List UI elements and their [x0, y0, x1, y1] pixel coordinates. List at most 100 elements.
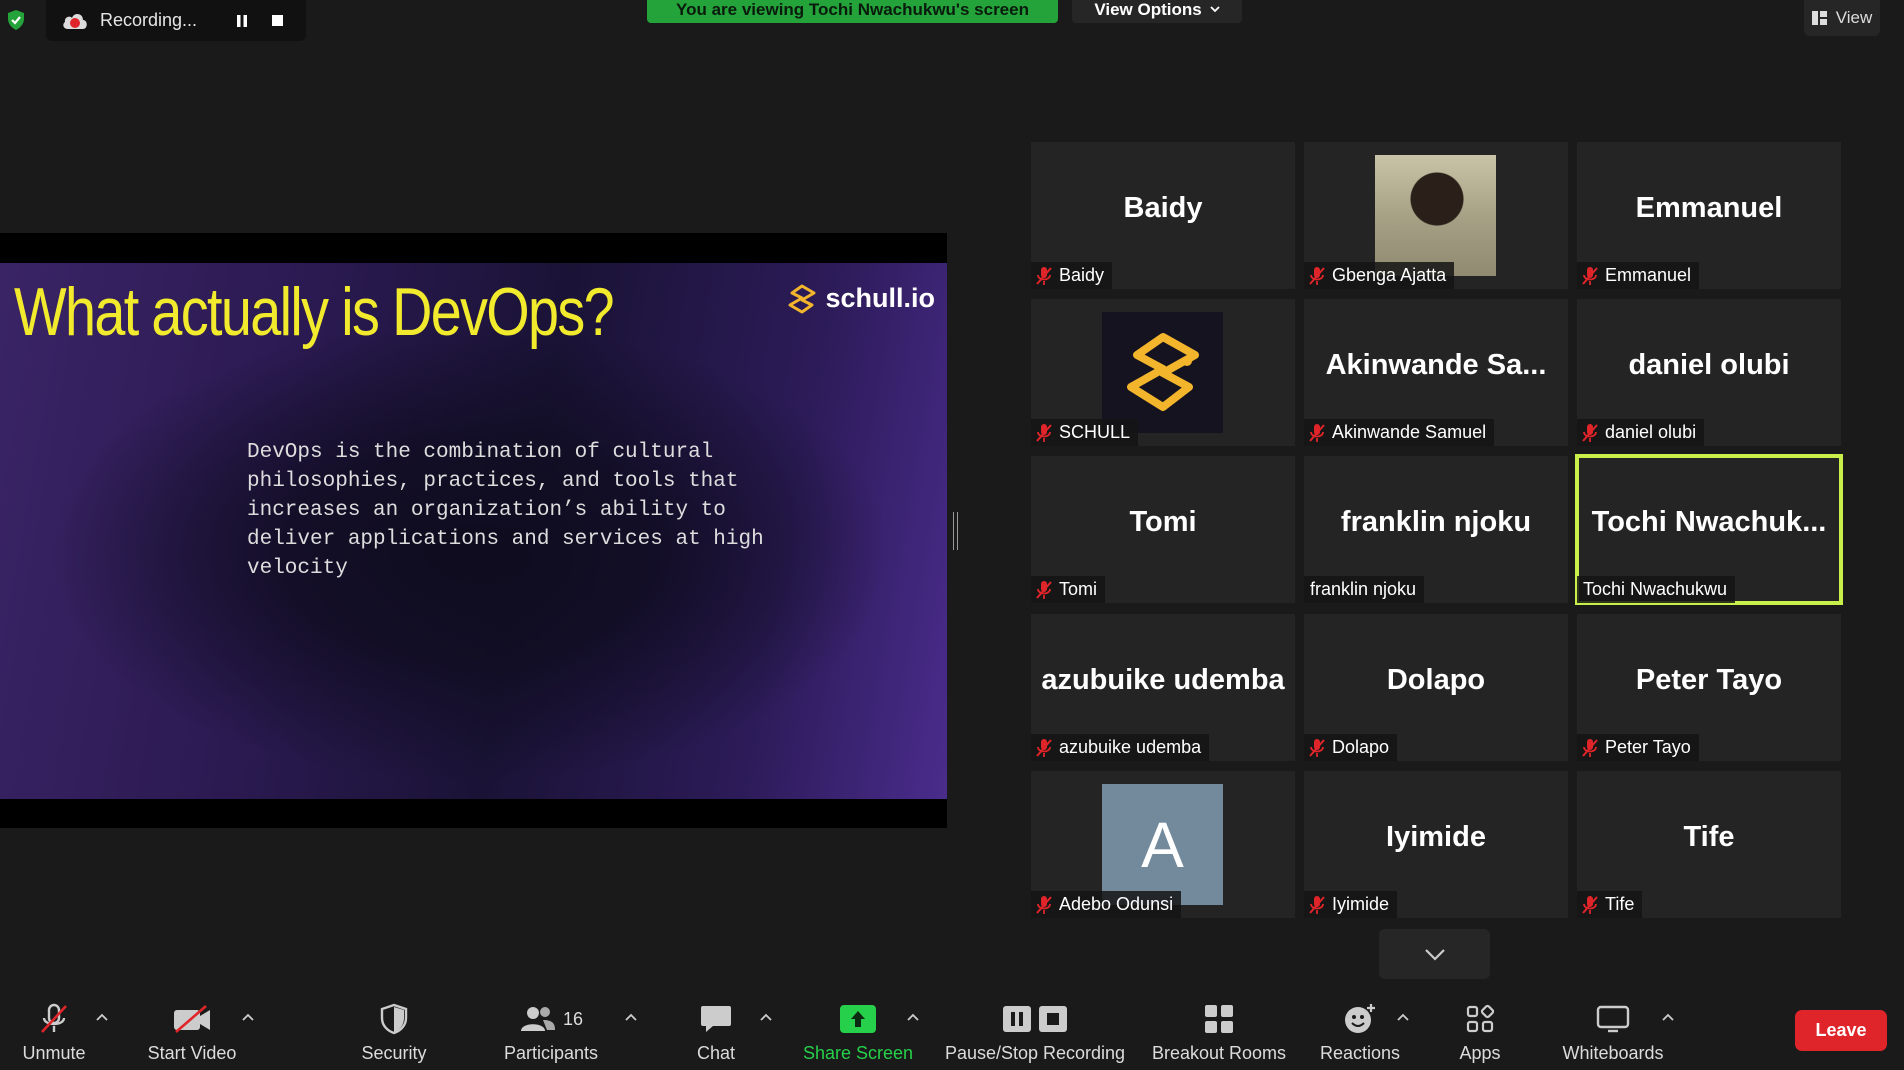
gallery-next-page-button[interactable] [1379, 929, 1490, 979]
unmute-label: Unmute [22, 1043, 86, 1063]
pause-recording-button[interactable] [228, 7, 256, 35]
participant-name: Adebo Odunsi [1059, 894, 1174, 914]
muted-mic-icon [1035, 738, 1053, 758]
participant-name-label: daniel olubi [1577, 419, 1705, 446]
participant-name-label: Gbenga Ajatta [1304, 262, 1455, 289]
video-options-caret-icon[interactable] [240, 1009, 256, 1025]
pause-stop-icon [1001, 1001, 1069, 1037]
cloud-recording-icon [60, 9, 90, 33]
participant-name-label: Akinwande Samuel [1304, 419, 1495, 446]
muted-mic-icon [1035, 895, 1053, 915]
chat-button[interactable]: Chat [676, 987, 756, 1070]
whiteboards-button[interactable]: Whiteboards [1550, 987, 1676, 1070]
share-screen-button[interactable]: Share Screen [798, 987, 918, 1070]
panel-resize-handle[interactable] [953, 512, 958, 550]
stop-recording-button[interactable] [264, 7, 292, 35]
security-shield-icon [379, 1001, 409, 1037]
video-off-icon [172, 1001, 212, 1037]
audio-options-caret-icon[interactable] [94, 1009, 110, 1025]
participant-tile[interactable]: SCHULL [1031, 299, 1295, 446]
participant-name: Peter Tayo [1605, 737, 1691, 757]
participant-name-label: Baidy [1031, 262, 1113, 289]
muted-mic-icon [1308, 423, 1326, 443]
participant-tile[interactable]: Emmanuel Emmanuel [1577, 142, 1841, 289]
participant-display-name: Dolapo [1386, 664, 1486, 696]
participant-name: Dolapo [1332, 737, 1390, 757]
participant-name-label: Adebo Odunsi [1031, 891, 1182, 918]
participant-name: Tochi Nwachukwu [1583, 579, 1728, 599]
participant-name: Tomi [1059, 579, 1098, 599]
share-screen-icon [840, 1001, 876, 1037]
muted-mic-icon [1035, 423, 1053, 443]
participants-options-caret-icon[interactable] [623, 1009, 639, 1025]
breakout-rooms-button[interactable]: Breakout Rooms [1148, 987, 1290, 1070]
participant-tile[interactable]: Tochi Nwachuk... Tochi Nwachukwu [1575, 454, 1843, 605]
participant-name: Tife [1605, 894, 1635, 914]
schull-logo-icon [788, 284, 816, 313]
muted-mic-icon [1581, 266, 1599, 286]
view-options-button[interactable]: View Options [1072, 0, 1242, 23]
chevron-down-icon [1424, 948, 1445, 961]
pause-stop-recording-button[interactable]: Pause/Stop Recording [940, 987, 1130, 1070]
participants-button[interactable]: 16 Participants [496, 987, 606, 1070]
smiley-plus-icon [1343, 1001, 1377, 1037]
start-video-button[interactable]: Start Video [142, 987, 242, 1070]
security-button[interactable]: Security [344, 987, 444, 1070]
chat-label: Chat [696, 1043, 736, 1063]
participant-display-name: Iyimide [1386, 821, 1486, 853]
participant-tile[interactable]: franklin njoku franklin njoku [1304, 456, 1568, 603]
participant-tile[interactable]: A Adebo Odunsi [1031, 771, 1295, 918]
participant-name-label: Tife [1577, 891, 1643, 918]
breakout-rooms-icon [1203, 1001, 1235, 1037]
unmute-button[interactable]: Unmute [14, 987, 94, 1070]
reactions-options-caret-icon[interactable] [1395, 1009, 1411, 1025]
participant-tile[interactable]: Tife Tife [1577, 771, 1841, 918]
muted-mic-icon [1308, 738, 1326, 758]
participant-name: franklin njoku [1310, 579, 1417, 599]
share-options-caret-icon[interactable] [905, 1009, 921, 1025]
slide-title: What actually is DevOps? [14, 274, 615, 350]
muted-mic-icon [1308, 266, 1326, 286]
participant-display-name: Akinwande Sa... [1325, 349, 1547, 381]
whiteboards-options-caret-icon[interactable] [1660, 1009, 1676, 1025]
participant-name: Baidy [1059, 265, 1105, 285]
view-options-label: View Options [1094, 0, 1202, 19]
participant-display-name: franklin njoku [1340, 506, 1532, 538]
breakout-rooms-label: Breakout Rooms [1151, 1043, 1287, 1063]
participant-tile[interactable]: Akinwande Sa... Akinwande Samuel [1304, 299, 1568, 446]
reactions-button[interactable]: Reactions [1310, 987, 1410, 1070]
participant-tile[interactable]: Peter Tayo Peter Tayo [1577, 614, 1841, 761]
slide-logo-text: schull.io [825, 283, 935, 313]
participant-name-label: Tochi Nwachukwu [1577, 576, 1736, 603]
participant-name-label: Peter Tayo [1577, 734, 1699, 761]
schull-logo-icon [1102, 312, 1223, 433]
chat-bubble-icon [699, 1001, 733, 1037]
participant-tile[interactable]: daniel olubi daniel olubi [1577, 299, 1841, 446]
security-label: Security [361, 1043, 427, 1063]
participant-display-name: daniel olubi [1628, 349, 1790, 381]
shared-screen: What actually is DevOps? schull.io DevOp… [0, 233, 947, 828]
reactions-label: Reactions [1319, 1043, 1401, 1063]
participant-name-label: Emmanuel [1577, 262, 1700, 289]
participants-icon-group: 16 [519, 1001, 583, 1037]
participant-tile[interactable]: azubuike udemba azubuike udemba [1031, 614, 1295, 761]
chat-options-caret-icon[interactable] [758, 1009, 774, 1025]
encryption-shield-icon[interactable] [0, 0, 32, 40]
slide-body-text: DevOps is the combination of cultural ph… [247, 441, 764, 580]
participant-name-label: Iyimide [1304, 891, 1398, 918]
recording-status-label: Recording... [100, 10, 198, 30]
view-layout-button[interactable]: View [1804, 0, 1880, 36]
whiteboard-icon [1596, 1001, 1630, 1037]
apps-label: Apps [1459, 1043, 1501, 1063]
start-video-label: Start Video [147, 1043, 237, 1063]
participant-tile[interactable]: Gbenga Ajatta [1304, 142, 1568, 289]
participant-tile[interactable]: Tomi Tomi [1031, 456, 1295, 603]
participant-tile[interactable]: Iyimide Iyimide [1304, 771, 1568, 918]
participant-name: azubuike udemba [1059, 737, 1202, 757]
participant-tile[interactable]: Dolapo Dolapo [1304, 614, 1568, 761]
participant-tile[interactable]: Baidy Baidy [1031, 142, 1295, 289]
apps-button[interactable]: Apps [1440, 987, 1520, 1070]
leave-meeting-button[interactable]: Leave [1795, 1010, 1887, 1051]
participant-display-name: Emmanuel [1635, 192, 1783, 224]
participant-name: Akinwande Samuel [1332, 422, 1487, 442]
